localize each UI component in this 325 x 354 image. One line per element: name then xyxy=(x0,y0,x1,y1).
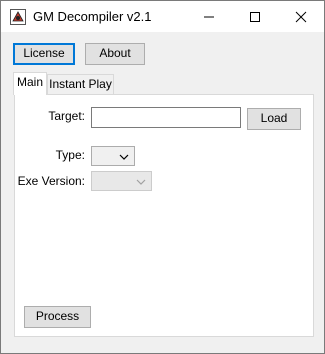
type-label: Type: xyxy=(55,148,85,162)
window-title: GM Decompiler v2.1 xyxy=(33,9,152,24)
type-dropdown[interactable] xyxy=(91,146,135,166)
chevron-down-icon xyxy=(119,154,129,160)
target-label: Target: xyxy=(48,109,85,123)
about-button[interactable]: About xyxy=(85,43,145,65)
exe-version-dropdown[interactable] xyxy=(91,171,152,191)
close-icon xyxy=(295,11,307,23)
minimize-icon xyxy=(204,16,214,18)
minimize-button[interactable] xyxy=(186,1,232,32)
maximize-button[interactable] xyxy=(232,1,278,32)
tab-instant-play[interactable]: Instant Play xyxy=(47,74,114,95)
process-button[interactable]: Process xyxy=(24,306,91,328)
close-button[interactable] xyxy=(278,1,324,32)
tab-main[interactable]: Main xyxy=(13,72,47,95)
exe-version-label: Exe Version: xyxy=(17,174,85,188)
title-bar[interactable]: GM Decompiler v2.1 xyxy=(1,1,324,32)
main-tab-panel xyxy=(14,94,314,337)
chevron-down-icon xyxy=(136,179,146,185)
app-window: GM Decompiler v2.1 License About Main In… xyxy=(0,0,325,354)
load-button[interactable]: Load xyxy=(247,108,301,130)
license-button[interactable]: License xyxy=(13,43,75,65)
gamemaker-app-icon xyxy=(10,9,26,25)
target-input[interactable] xyxy=(91,107,241,128)
maximize-icon xyxy=(250,12,260,22)
